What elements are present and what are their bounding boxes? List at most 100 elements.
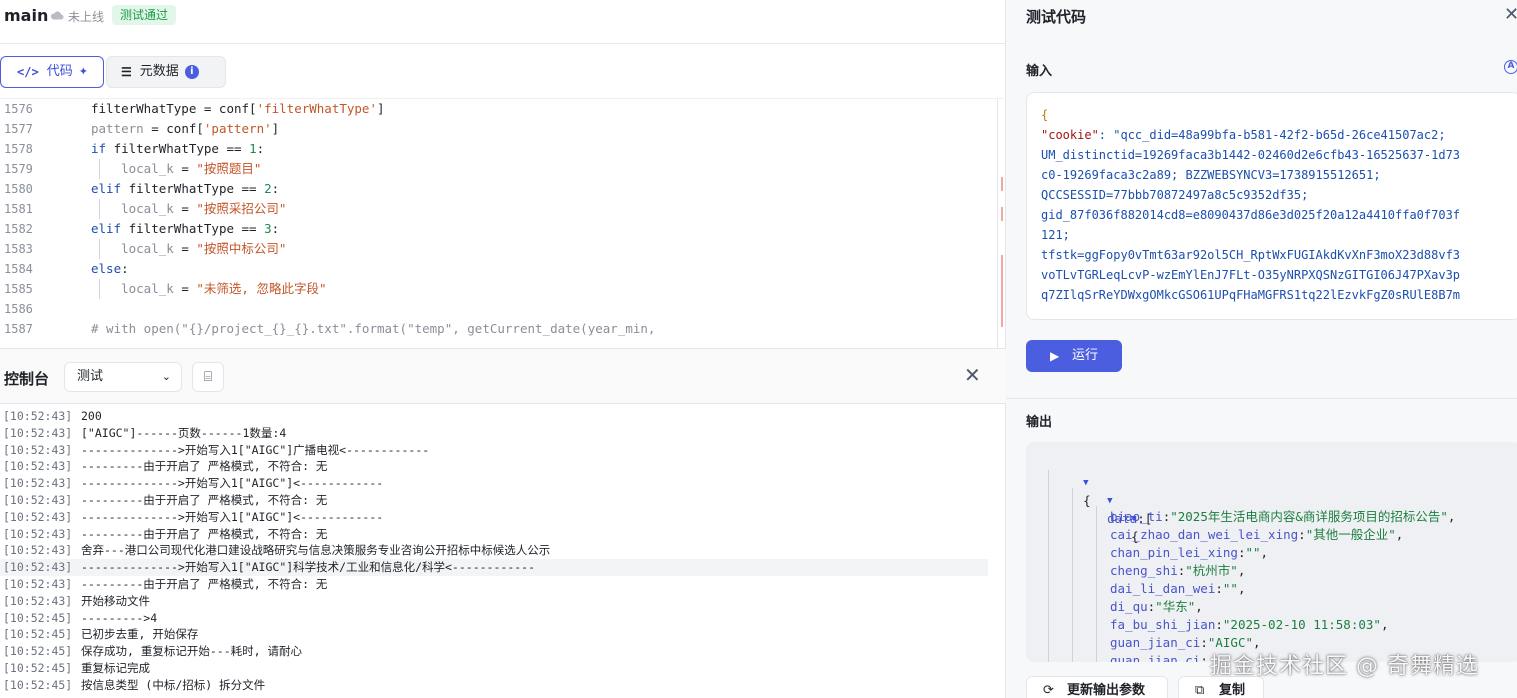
code-editor[interactable]: 1576 filterWhatType = conf['filterWhatTyp… [0, 98, 1006, 348]
json-field: biao_ti:"2025年生活电商内容&商详服务项目的招标公告", [1110, 508, 1455, 526]
json-field: fa_bu_shi_jian:"2025-02-10 11:58:03", [1110, 616, 1388, 634]
code-line[interactable]: 1578 if filterWhatType == 1: [0, 139, 1000, 159]
panel-title: 测试代码 [1026, 8, 1087, 26]
chevron-down-icon: ⌄ [161, 370, 171, 383]
json-value: "其他一般企业" [1305, 527, 1396, 542]
log-timestamp: [10:52:43] [3, 476, 73, 491]
tab-code[interactable]: </> 代码 ✦ [0, 56, 104, 88]
code-line[interactable]: 1585 local_k = "未筛选, 忽略此字段" [0, 279, 1000, 299]
code-line[interactable]: 1587 # with open("{}/project_{}_{}.txt".f… [0, 319, 1000, 339]
json-comma: , [1260, 545, 1269, 560]
test-panel: 测试代码 ✕ 输入 A {"cookie": "qcc_did=48a99bfa… [1006, 0, 1517, 698]
top-bar: main 未上线 测试通过 [0, 0, 1006, 44]
code-token: "按照中标公司" [196, 241, 287, 256]
code-line[interactable]: 1581 local_k = "按照采招公司" [0, 199, 1000, 219]
line-number: 1584 [4, 262, 33, 276]
line-number: 1578 [4, 142, 33, 156]
code-token: : [256, 141, 265, 156]
input-json-line: 121; [1041, 225, 1070, 245]
json-key: guan_jian_ci [1110, 635, 1201, 650]
update-output-params-button[interactable]: ⟳ 更新输出参数 [1026, 676, 1168, 698]
copy-button-label: 复制 [1219, 683, 1246, 698]
code-line[interactable]: 1577 pattern = conf['pattern'] [0, 119, 1000, 139]
format-icon[interactable]: A [1504, 60, 1517, 74]
log-message: -------------->开始写入1["AIGC"]<-----------… [81, 476, 384, 491]
error-marker [1001, 255, 1003, 327]
code-token: filterWhatType == [121, 181, 265, 196]
json-value: "华东" [1155, 599, 1196, 614]
code-token: elif [91, 181, 122, 196]
json-value: "" [1222, 581, 1238, 596]
log-line: [10:52:45] 保存成功, 重复标记开始---耗时, 请耐心 [0, 643, 988, 660]
code-token: local_k [121, 201, 174, 216]
output-label: 输出 [1026, 415, 1053, 430]
log-timestamp: [10:52:43] [3, 593, 73, 608]
log-line: [10:52:43] ["AIGC"]------页数------1数量:4 [0, 425, 988, 442]
error-marker [1001, 177, 1003, 191]
code-text: local_k = "按照中标公司" [91, 239, 286, 259]
json-comma: , [1237, 563, 1246, 578]
editor-scrollbar[interactable] [997, 99, 998, 348]
code-token: else [91, 261, 122, 276]
code-token: elif [91, 221, 122, 236]
log-line: [10:52:43] ---------由于开启了 严格模式, 不符合: 无 [0, 526, 988, 543]
code-line[interactable]: 1582 elif filterWhatType == 3: [0, 219, 1000, 239]
log-message: 保存成功, 重复标记开始---耗时, 请耐心 [81, 644, 302, 659]
json-colon: : [1200, 653, 1208, 662]
json-value: gid_87f036f882014cd8=e8090437d86e3d025f2… [1041, 208, 1461, 222]
code-line[interactable]: 1579 local_k = "按照题目" [0, 159, 1000, 179]
console-log[interactable]: [10:52:43] 200 [10:52:43] ["AIGC"]------页数-… [0, 405, 1006, 698]
log-timestamp: [10:52:43] [3, 493, 73, 507]
code-line[interactable]: 1583 local_k = "按照中标公司" [0, 239, 1000, 259]
code-text: local_k = "按照题目" [91, 159, 261, 179]
json-comma: , [1380, 617, 1389, 632]
json-colon: : [1215, 617, 1223, 632]
json-key: cheng_shi [1110, 563, 1178, 578]
json-key: biao_ti [1110, 509, 1163, 524]
log-message: -------------->开始写入1["AIGC"]广播电视<-------… [81, 442, 430, 457]
output-json-viewer[interactable]: ▼ { ▼ data:[ ▼ { biao_ti:"2025年生活电商内容&商详… [1026, 442, 1517, 662]
console-mode-select[interactable]: 测试 ⌄ [64, 362, 182, 392]
run-button[interactable]: ▶ 运行 [1026, 340, 1122, 372]
input-json-editor[interactable]: {"cookie": "qcc_did=48a99bfa-b581-42f2-b… [1026, 92, 1517, 320]
log-message: ["AIGC"]------页数------1数量:4 [81, 425, 287, 440]
tab-metadata[interactable]: ☰ 元数据 i [106, 56, 226, 88]
code-token: ] [271, 121, 280, 136]
log-line: [10:52:43] -------------->开始写入1["AIGC"]<-… [0, 475, 988, 492]
line-number: 1583 [4, 242, 33, 256]
code-token: = [173, 241, 197, 256]
code-token: 2 [264, 181, 272, 196]
log-message: ---------由于开启了 严格模式, 不符合: 无 [81, 526, 328, 541]
code-line[interactable]: 1580 elif filterWhatType == 2: [0, 179, 1000, 199]
code-text: elif filterWhatType == 2: [91, 179, 279, 199]
code-line[interactable]: 1586 [0, 299, 1000, 319]
code-line[interactable]: 1576 filterWhatType = conf['filterWhatTyp… [0, 99, 1000, 119]
copy-icon: ⧉ [1195, 683, 1205, 698]
code-token: = [173, 281, 197, 296]
console-mode-value: 测试 [77, 369, 104, 384]
json-field: cai_zhao_dan_wei_lei_xing:"其他一般企业", [1110, 526, 1403, 544]
log-line: [10:52:43] 开始移动文件 [0, 593, 988, 610]
log-timestamp: [10:52:45] [3, 644, 73, 659]
code-token: = conf[ [143, 121, 204, 136]
json-key: guan_jian_ci [1110, 653, 1201, 662]
log-timestamp: [10:52:43] [3, 543, 73, 558]
close-panel-button[interactable]: ✕ [1504, 4, 1517, 25]
json-key: fa_bu_shi_jian [1110, 617, 1216, 632]
log-line: [10:52:43] ---------由于开启了 严格模式, 不符合: 无 [0, 576, 988, 593]
json-key: di_qu [1110, 599, 1148, 614]
log-line: [10:52:43] ---------由于开启了 严格模式, 不符合: 无 [0, 458, 988, 475]
code-token: ] [377, 101, 385, 116]
json-field: di_qu:"华东", [1110, 598, 1203, 616]
close-console-button[interactable]: ✕ [964, 365, 981, 385]
log-timestamp: [10:52:45] [3, 627, 73, 642]
code-text: local_k = "按照采招公司" [91, 199, 286, 219]
code-line[interactable]: 1584 else: [0, 259, 1000, 279]
line-number: 1587 [4, 322, 33, 336]
editor-pane: main 未上线 测试通过 </> 代码 ✦ ☰ 元数据 i 1576 filte… [0, 0, 1006, 698]
log-line: [10:52:45] 已初步去重, 开始保存 [0, 626, 988, 643]
clear-console-button[interactable]: ⌸ [192, 362, 224, 392]
json-value: voTLvTGRLeqLcvP-wzEmYlEnJ7FLt-O35yNRPXQS… [1041, 268, 1461, 282]
console-header: 控制台 测试 ⌄ ⌸ ✕ [0, 348, 1006, 404]
